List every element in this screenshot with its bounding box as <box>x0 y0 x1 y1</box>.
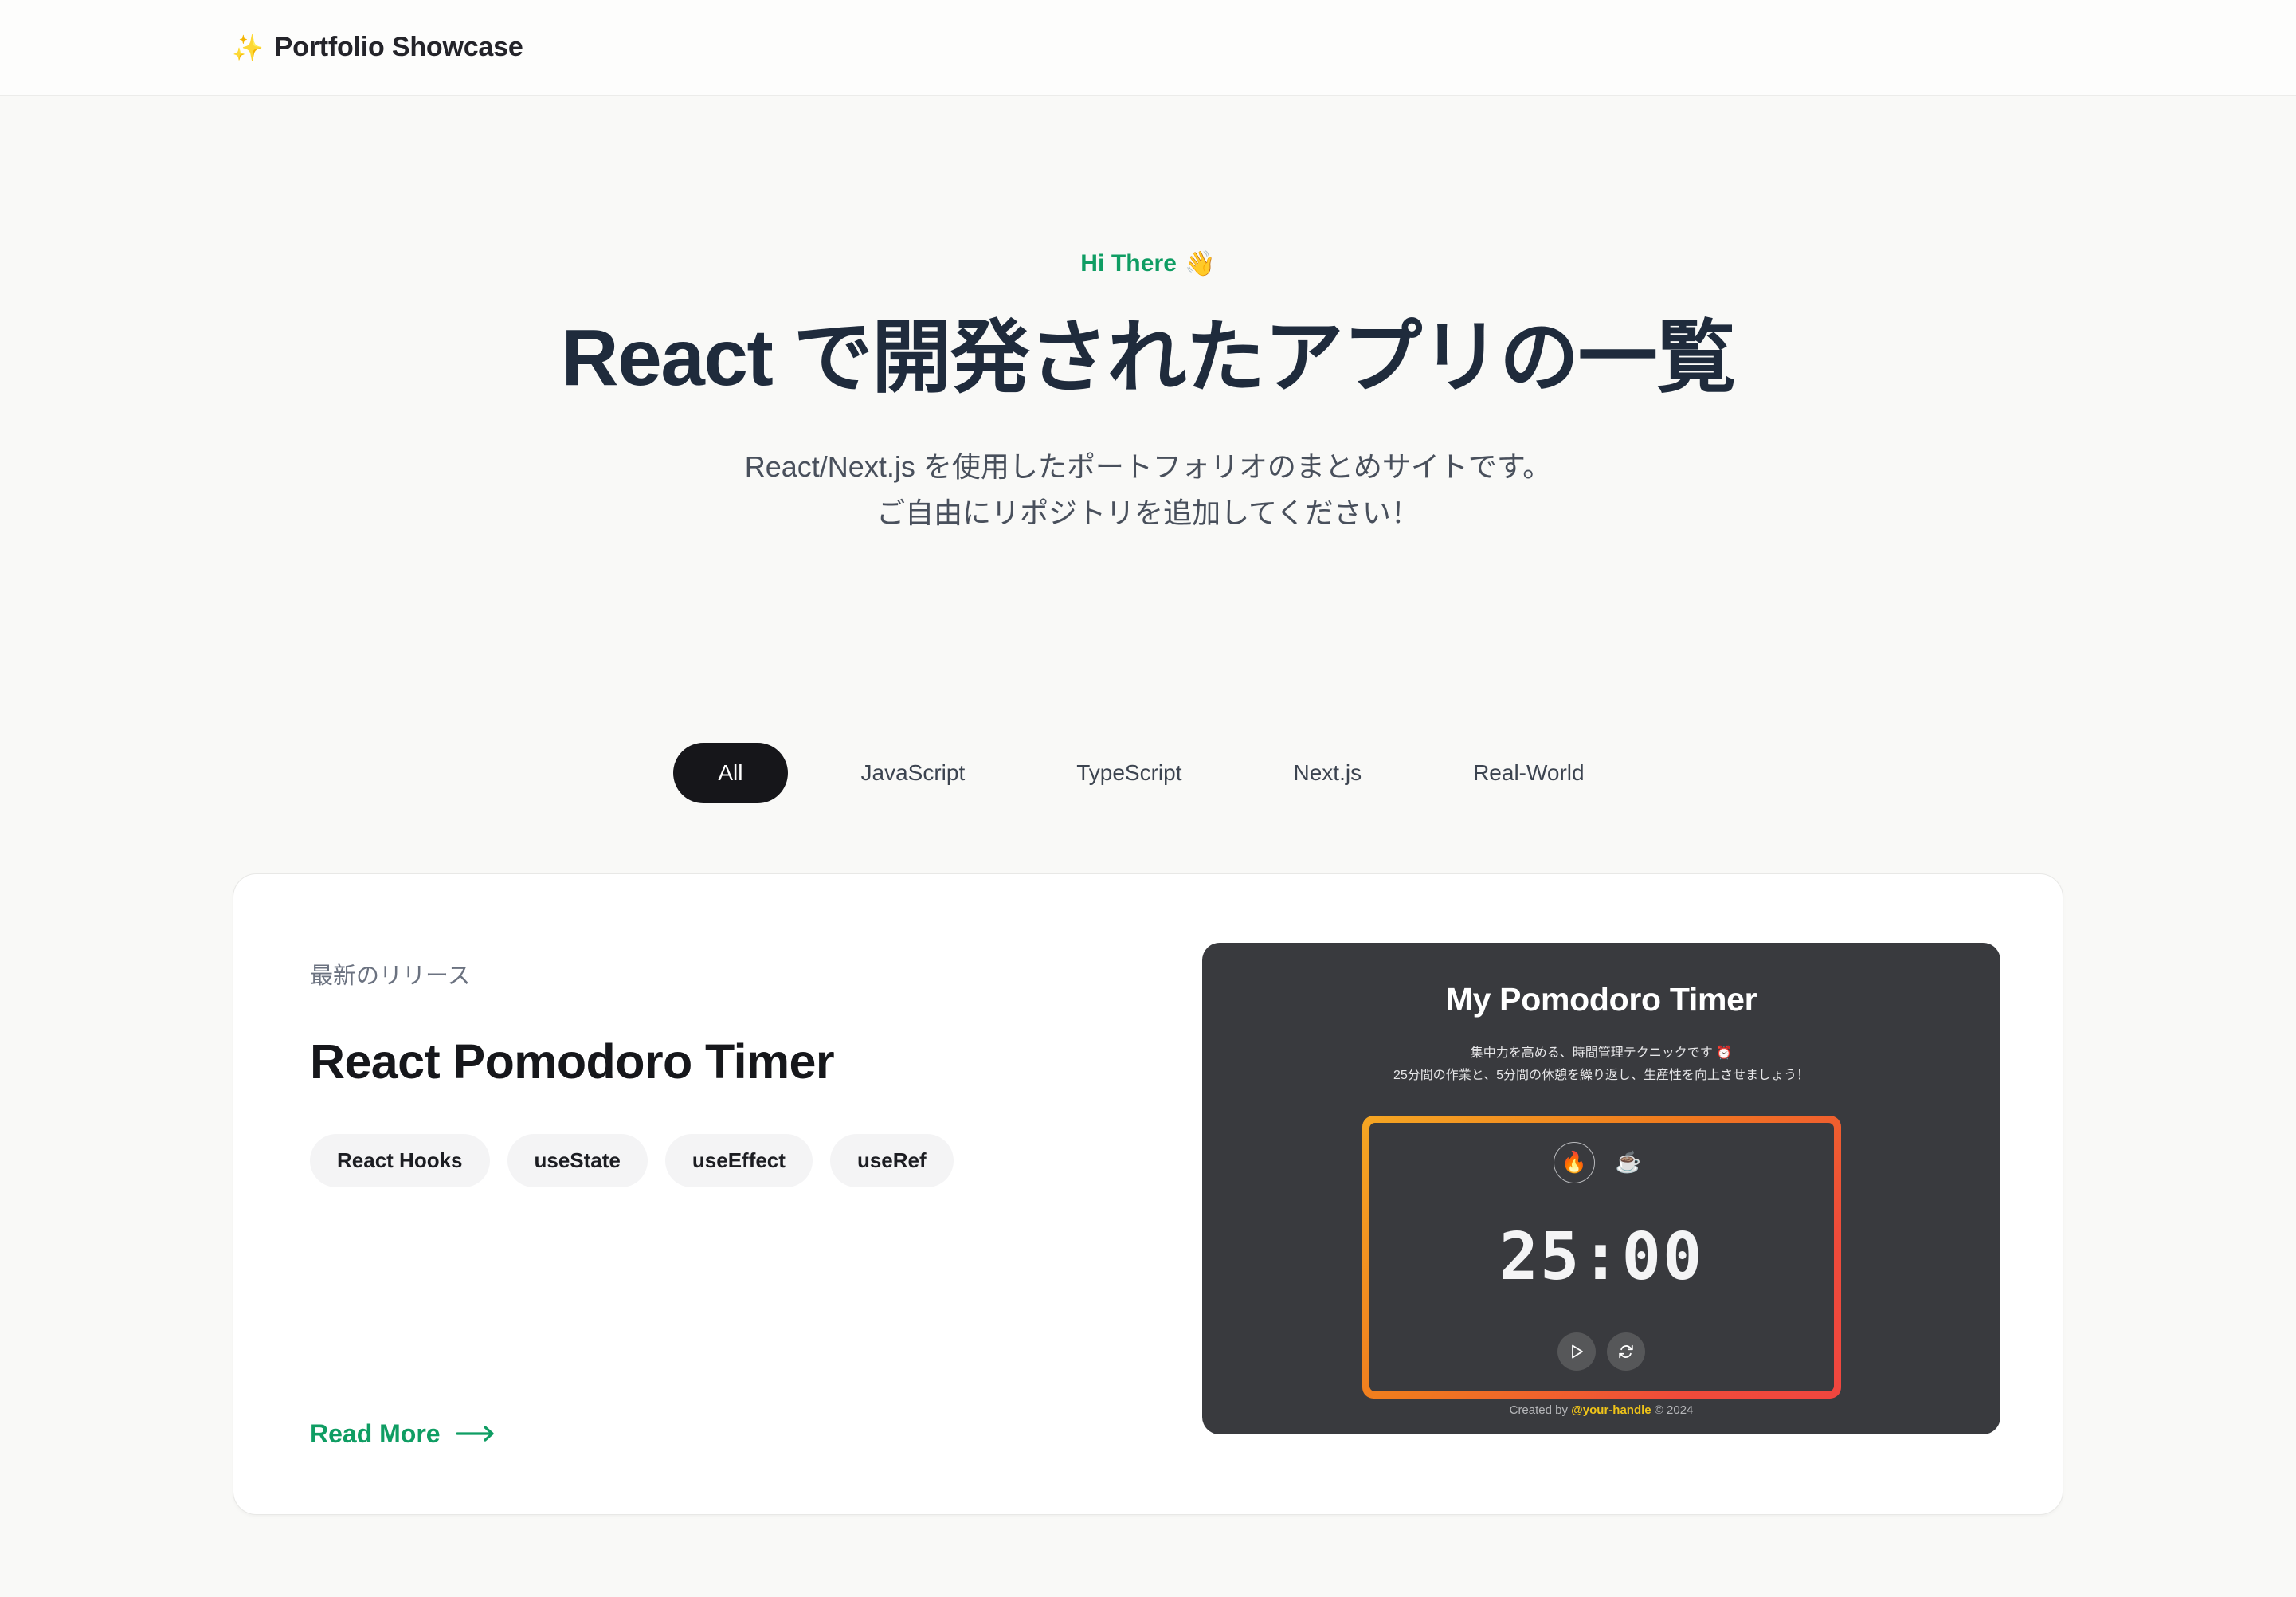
filter-tab-typescript[interactable]: TypeScript <box>1038 743 1220 803</box>
filter-tabs[interactable]: All JavaScript TypeScript Next.js Real-W… <box>0 742 2296 803</box>
project-card[interactable]: 最新のリリース React Pomodoro Timer React Hooks… <box>233 873 2063 1515</box>
project-list: 最新のリリース React Pomodoro Timer React Hooks… <box>233 873 2063 1515</box>
project-tag[interactable]: useRef <box>829 1133 954 1187</box>
brand-logo[interactable]: ✨ Portfolio Showcase <box>232 32 523 63</box>
project-tag-list: React Hooks useState useEffect useRef <box>310 1133 1154 1187</box>
brand-name: Portfolio Showcase <box>274 32 523 62</box>
filter-tab-real-world[interactable]: Real-World <box>1435 743 1623 803</box>
release-label: 最新のリリース <box>310 963 471 989</box>
project-title: React Pomodoro Timer <box>310 1034 835 1089</box>
read-more-label: Read More <box>310 1418 441 1448</box>
timer-display: 25:00 <box>1499 1219 1704 1296</box>
hero-eyebrow-text: Hi There <box>1080 249 1177 277</box>
preview-title: My Pomodoro Timer <box>1445 980 1757 1018</box>
preview-desc-line-1: 集中力を高める、時間管理テクニックです <box>1470 1046 1713 1060</box>
project-tag[interactable]: useState <box>507 1133 648 1187</box>
footer-handle[interactable]: @your-handle <box>1571 1403 1651 1417</box>
alarm-clock-icon: ⏰ <box>1716 1046 1733 1060</box>
sparkles-icon: ✨ <box>232 33 264 62</box>
reset-icon <box>1619 1344 1633 1358</box>
timer-controls[interactable] <box>1557 1332 1645 1371</box>
timer-frame: 🔥 ☕ 25:00 <box>1362 1115 1841 1399</box>
hero-section: Hi There 👋 React で開発されたアプリの一覧 React/Next… <box>0 96 2296 537</box>
preview-description: 集中力を高める、時間管理テクニックです ⏰ 25分間の作業と、5分間の休憩を繰り… <box>1393 1042 1809 1087</box>
preview-desc-line-2: 25分間の作業と、5分間の休憩を繰り返し、生産性を向上させましょう！ <box>1393 1068 1810 1082</box>
pomodoro-preview: My Pomodoro Timer 集中力を高める、時間管理テクニックです ⏰ … <box>1202 942 2000 1434</box>
hero-subtitle-line-2: ご自由にリポジトリを追加してください！ <box>876 496 1420 530</box>
page-title: React で開発されたアプリの一覧 <box>561 313 1736 402</box>
hero-subtitle-line-1: React/Next.js を使用したポートフォリオのまとめサイトです。 <box>744 450 1552 483</box>
play-button[interactable] <box>1557 1332 1596 1371</box>
timer-inner: 🔥 ☕ 25:00 <box>1369 1122 1834 1391</box>
hero-subtitle: React/Next.js を使用したポートフォリオのまとめサイトです。 ご自由… <box>0 444 2296 537</box>
hero-eyebrow: Hi There 👋 <box>1080 249 1216 278</box>
filter-tab-all[interactable]: All <box>673 742 788 803</box>
play-icon <box>1572 1344 1583 1359</box>
site-header: ✨ Portfolio Showcase <box>0 0 2296 96</box>
project-card-preview: My Pomodoro Timer 集中力を高める、時間管理テクニックです ⏰ … <box>1202 936 2000 1449</box>
project-card-info: 最新のリリース React Pomodoro Timer React Hooks… <box>310 936 1154 1449</box>
project-tag[interactable]: useEffect <box>664 1133 813 1187</box>
read-more-link[interactable]: Read More <box>310 1419 1154 1449</box>
reset-button[interactable] <box>1607 1332 1645 1371</box>
project-tag[interactable]: React Hooks <box>310 1133 490 1187</box>
break-mode-button[interactable]: ☕ <box>1608 1142 1649 1183</box>
arrow-right-icon <box>456 1426 494 1442</box>
timer-mode-selector[interactable]: 🔥 ☕ <box>1554 1141 1649 1183</box>
preview-footer: Created by @your-handle © 2024 <box>1510 1403 1694 1417</box>
filter-tab-nextjs[interactable]: Next.js <box>1256 743 1401 803</box>
footer-prefix: Created by <box>1509 1403 1572 1417</box>
footer-suffix: © 2024 <box>1651 1403 1694 1417</box>
filter-tab-javascript[interactable]: JavaScript <box>823 743 1004 803</box>
focus-mode-button[interactable]: 🔥 <box>1554 1141 1595 1183</box>
waving-hand-icon: 👋 <box>1185 249 1216 277</box>
